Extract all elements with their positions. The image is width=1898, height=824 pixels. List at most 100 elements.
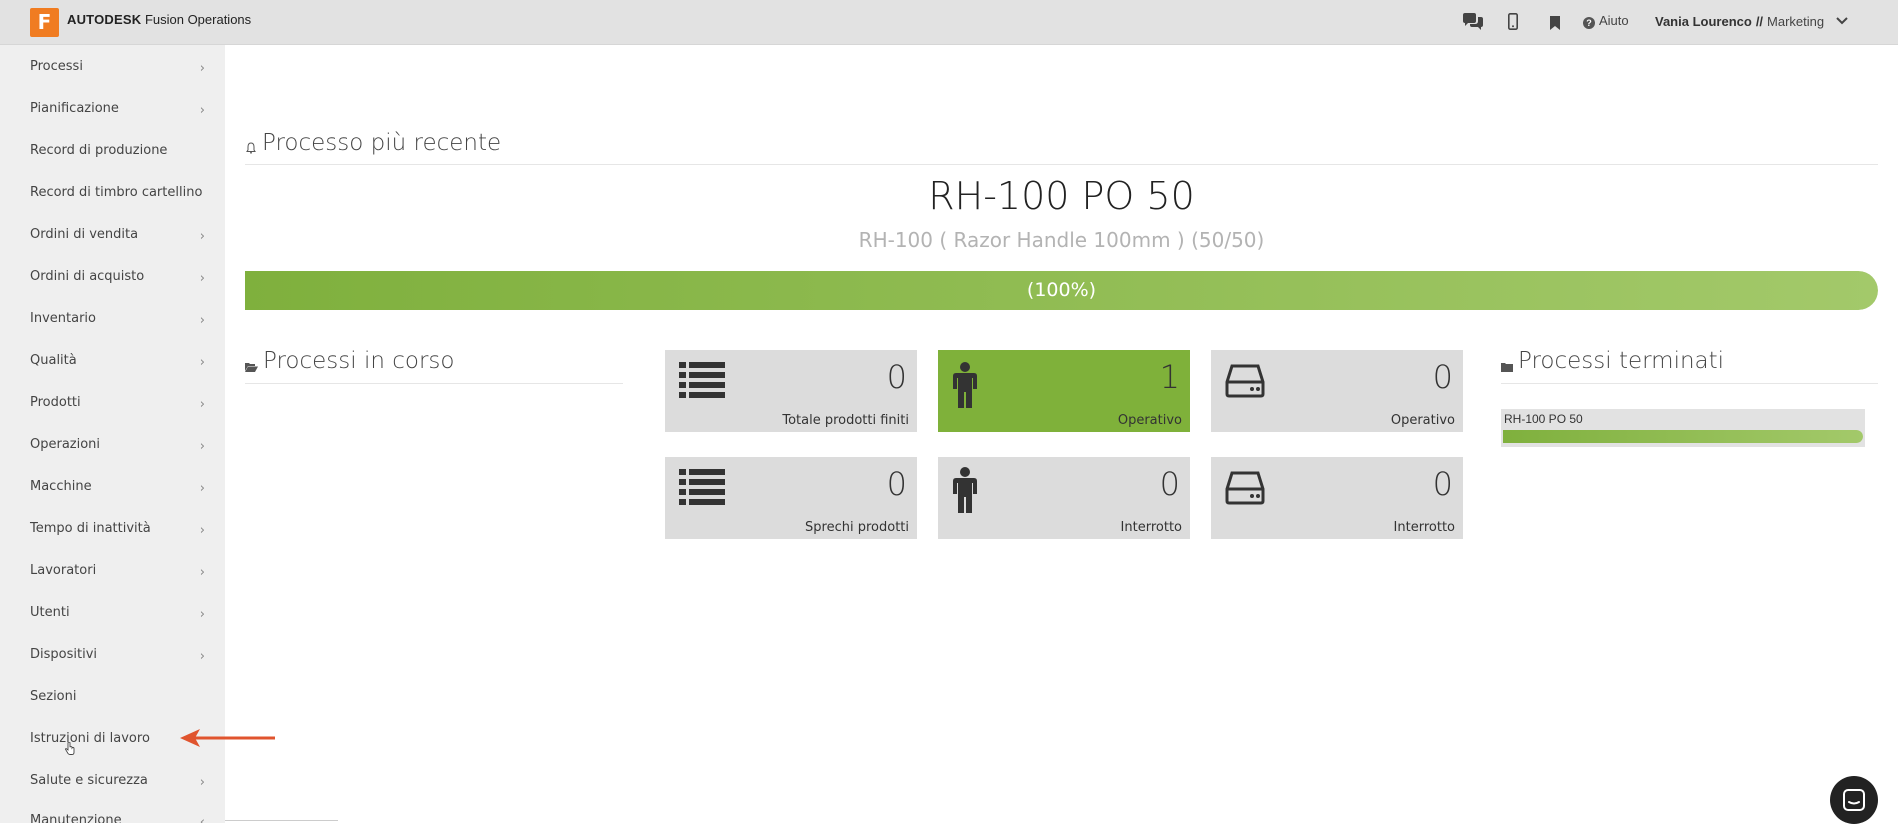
bookmark-icon[interactable] [1550, 15, 1560, 34]
recent-process-subtitle: RH-100 ( Razor Handle 100mm ) (50/50) [858, 228, 1265, 252]
tile-workers-stopped[interactable]: 0 Interrotto [938, 457, 1190, 539]
tile-label: Operativo [1117, 413, 1182, 428]
sidebar-item-label: Processi [30, 59, 83, 74]
mobile-icon[interactable] [1508, 13, 1518, 34]
sidebar-item-label: Record di produzione [30, 143, 168, 158]
sidebar-item-ordini-acquisto[interactable]: Ordini di acquisto › [30, 269, 205, 289]
recent-process-code[interactable]: RH-100 PO 50 [245, 174, 1878, 218]
sidebar-item-label: Sezioni [30, 689, 77, 704]
message-icon [1843, 789, 1865, 815]
user-name: Vania Lourenco [1655, 14, 1752, 29]
tile-value: 0 [1432, 465, 1453, 503]
completed-section-title: Processi terminati [1518, 348, 1725, 374]
folder-icon [1501, 357, 1513, 376]
sidebar-item-label: Salute e sicurezza [30, 773, 148, 788]
tile-waste-products[interactable]: 0 Sprechi prodotti [665, 457, 917, 539]
chevron-right-icon: › [199, 775, 205, 790]
sidebar-item-manutenzione[interactable]: Manutenzione ‹ [30, 813, 205, 823]
chevron-right-icon: › [199, 397, 205, 412]
user-role: Marketing [1767, 14, 1825, 29]
worker-icon [952, 467, 978, 517]
help-link[interactable]: ? Aiuto [1583, 13, 1629, 29]
sidebar-item-label: Qualità [30, 353, 77, 368]
chevron-left-icon: ‹ [199, 815, 205, 823]
product-name: Fusion Operations [144, 12, 252, 27]
completed-process-item[interactable]: RH-100 PO 50 [1501, 409, 1865, 447]
divider [245, 164, 1878, 165]
completed-progress-bar [1503, 430, 1863, 443]
sidebar-item-pianificazione[interactable]: Pianificazione › [30, 101, 205, 121]
sidebar-item-qualita[interactable]: Qualità › [30, 353, 205, 373]
sidebar-item-label: Utenti [30, 605, 70, 620]
progress-fill [1503, 430, 1863, 443]
user-menu[interactable]: Vania Lourenco//Marketing [1655, 13, 1848, 29]
app-logo[interactable]: F [30, 8, 59, 37]
chat-launcher-button[interactable] [1830, 776, 1878, 824]
tile-value: 0 [1432, 358, 1453, 396]
sidebar-item-label: Ordini di vendita [30, 227, 139, 242]
folder-open-icon [245, 357, 258, 376]
chevron-right-icon: › [199, 229, 205, 244]
sidebar-item-dispositivi[interactable]: Dispositivi › [30, 647, 205, 667]
sidebar-item-macchine[interactable]: Macchine › [30, 479, 205, 499]
top-bar: F AUTODESK Fusion Operations ? Aiuto Vani… [0, 0, 1898, 45]
sidebar-item-prodotti[interactable]: Prodotti › [30, 395, 205, 415]
chevron-right-icon: › [199, 649, 205, 664]
sidebar-item-inventario[interactable]: Inventario › [30, 311, 205, 331]
tile-label: Totale prodotti finiti [782, 413, 909, 428]
tile-label: Sprechi prodotti [805, 520, 909, 535]
sidebar-item-record-timbro[interactable]: Record di timbro cartellino [30, 185, 225, 205]
chevron-right-icon: › [199, 61, 205, 76]
tile-workers-operating[interactable]: 1 Operativo [938, 350, 1190, 432]
sidebar-item-istruzioni-lavoro[interactable]: Istruzioni di lavoro [30, 731, 205, 751]
brand-name: AUTODESK [67, 12, 142, 27]
tile-machines-operating[interactable]: 0 Operativo [1211, 350, 1463, 432]
tile-machines-stopped[interactable]: 0 Interrotto [1211, 457, 1463, 539]
tile-value: 0 [886, 358, 907, 396]
sidebar-item-label: Record di timbro cartellino [30, 185, 203, 200]
sidebar-item-sezioni[interactable]: Sezioni [30, 689, 205, 709]
sidebar-item-lavoratori[interactable]: Lavoratori › [30, 563, 205, 583]
sidebar-item-salute-sicurezza[interactable]: Salute e sicurezza › [30, 773, 205, 793]
chevron-right-icon: › [199, 103, 205, 118]
sidebar-item-record-produzione[interactable]: Record di produzione [30, 143, 205, 163]
list-icon [679, 469, 725, 509]
chevron-right-icon: › [199, 607, 205, 622]
sidebar-item-label: Inventario [30, 311, 96, 326]
list-icon [679, 362, 725, 402]
app-title: AUTODESK Fusion Operations [67, 12, 251, 27]
sidebar-item-label: Tempo di inattività [30, 521, 151, 536]
chevron-right-icon: › [199, 271, 205, 286]
sidebar-item-operazioni[interactable]: Operazioni › [30, 437, 205, 457]
tile-value: 0 [1159, 465, 1180, 503]
chevron-right-icon: › [199, 523, 205, 538]
bell-icon [246, 139, 256, 158]
sidebar-item-processi[interactable]: Processi › [30, 59, 205, 79]
divider [245, 383, 623, 384]
sidebar-item-label: Pianificazione [30, 101, 119, 116]
sidebar-item-utenti[interactable]: Utenti › [30, 605, 205, 625]
sidebar-item-label: Operazioni [30, 437, 101, 452]
chat-icon[interactable] [1462, 13, 1484, 35]
sidebar-item-tempo-inattivita[interactable]: Tempo di inattività › [30, 521, 205, 541]
tile-finished-products[interactable]: 0 Totale prodotti finiti [665, 350, 917, 432]
divider [225, 820, 338, 821]
machine-icon [1225, 364, 1265, 402]
machine-icon [1225, 471, 1265, 509]
sidebar-item-label: Manutenzione [30, 813, 122, 823]
tile-label: Operativo [1390, 413, 1455, 428]
sidebar-item-label: Lavoratori [30, 563, 97, 578]
recent-progress-bar: (100%) [245, 271, 1878, 310]
sidebar-item-label: Prodotti [30, 395, 81, 410]
help-icon: ? [1583, 17, 1595, 29]
divider [1501, 383, 1878, 384]
worker-icon [952, 362, 978, 412]
sidebar-item-label: Istruzioni di lavoro [30, 731, 150, 746]
sidebar-item-label: Ordini di acquisto [30, 269, 145, 284]
chevron-right-icon: › [199, 313, 205, 328]
sidebar-item-label: Dispositivi [30, 647, 97, 662]
recent-section-title: Processo più recente [262, 130, 502, 156]
sidebar-item-ordini-vendita[interactable]: Ordini di vendita › [30, 227, 205, 247]
tile-label: Interrotto [1120, 520, 1182, 535]
pointer-cursor-icon [65, 740, 75, 759]
